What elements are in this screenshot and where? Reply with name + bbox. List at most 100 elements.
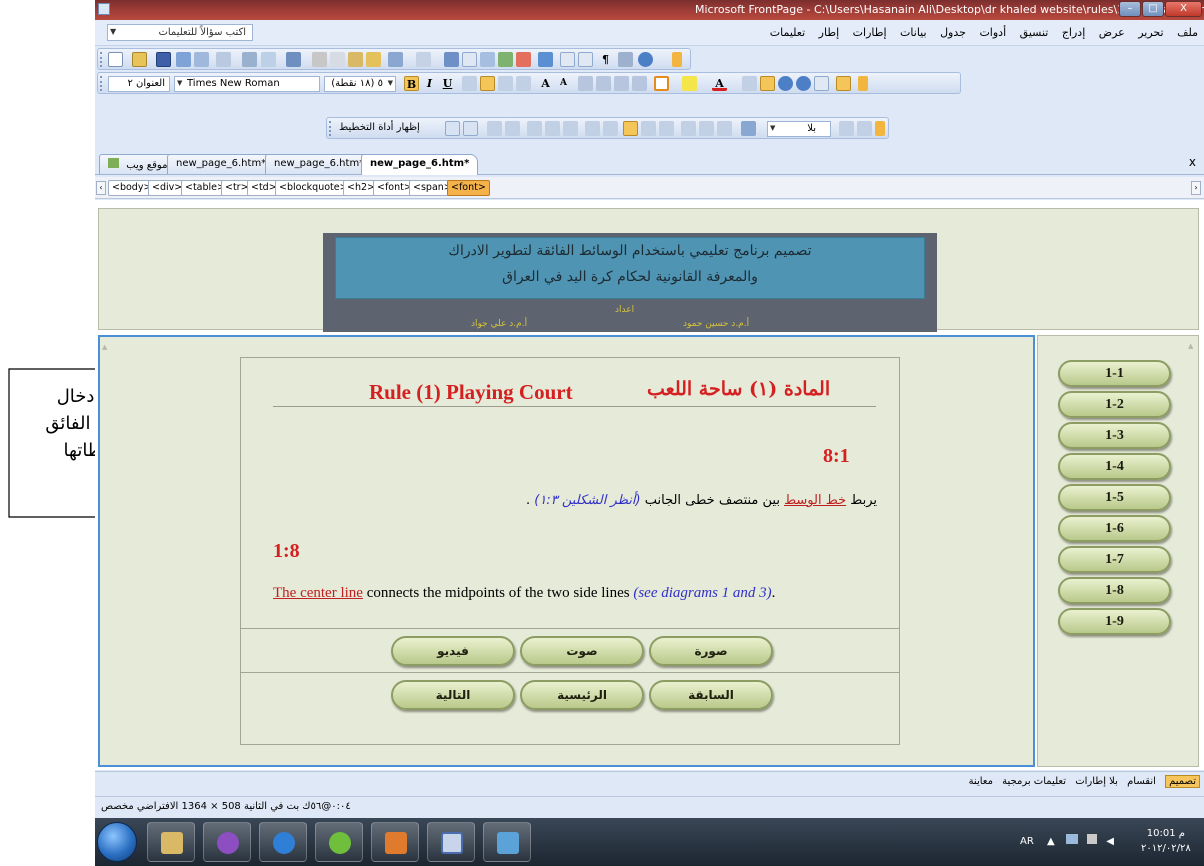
align-right-icon[interactable] xyxy=(462,76,477,91)
device-icon[interactable] xyxy=(1087,834,1098,844)
center-line-link-english[interactable]: The center line xyxy=(273,585,363,601)
paste-icon[interactable] xyxy=(348,52,363,67)
italic-icon[interactable]: I xyxy=(422,76,437,91)
cut-icon[interactable] xyxy=(312,52,327,67)
highlight-icon[interactable] xyxy=(682,76,697,91)
side-nav-item[interactable]: 1-8 xyxy=(1058,577,1171,604)
table-autoformat-icon[interactable] xyxy=(839,121,854,136)
chevron-down-icon[interactable]: ▼ xyxy=(177,79,182,87)
minimize-button[interactable]: – xyxy=(1119,1,1141,17)
tag-font-selected[interactable]: <font> xyxy=(447,180,490,196)
view-preview[interactable]: معاينة xyxy=(969,776,993,787)
scroll-up-icon[interactable]: ▲ xyxy=(1188,342,1193,350)
side-nav-item[interactable]: 1-1 xyxy=(1058,360,1171,387)
show-hidden-icons-icon[interactable]: ▲ xyxy=(1047,836,1055,847)
scroll-up-icon[interactable]: ▲ xyxy=(102,343,107,351)
toolbar-grip[interactable] xyxy=(100,52,103,67)
taskbar-frontpage[interactable] xyxy=(427,822,475,862)
menu-help[interactable]: تعليمات xyxy=(770,26,805,39)
toolbar-options-icon[interactable] xyxy=(875,121,885,136)
new-page-icon[interactable] xyxy=(108,52,123,67)
tab-page-2[interactable]: new_page_6.htm* xyxy=(265,154,374,174)
bold-icon[interactable]: B xyxy=(404,76,419,91)
menu-format[interactable]: تنسيق xyxy=(1020,26,1049,39)
open-folder-icon[interactable] xyxy=(132,52,147,67)
insert-table-icon[interactable] xyxy=(462,52,477,67)
show-formatting-icon[interactable]: ¶ xyxy=(598,52,613,67)
find-icon[interactable] xyxy=(176,52,191,67)
redo-icon[interactable] xyxy=(416,52,431,67)
center-line-link-arabic[interactable]: خط الوسط xyxy=(784,493,846,508)
chevron-down-icon[interactable]: ▼ xyxy=(110,27,116,36)
numbering-icon[interactable] xyxy=(578,76,593,91)
layer-icon[interactable] xyxy=(814,76,829,91)
ask-question-input[interactable]: ▼ اكتب سؤالاً للتعليمات xyxy=(107,24,253,41)
merge-cells-icon[interactable] xyxy=(585,121,600,136)
side-nav-item[interactable]: 1-7 xyxy=(1058,546,1171,573)
draw-table-icon[interactable] xyxy=(487,121,502,136)
font-size-select[interactable]: ▼ ٥ (١٨ نقطة) xyxy=(324,76,396,92)
video-button[interactable]: فيديو xyxy=(391,636,515,666)
top-frame[interactable]: تصميم برنامج تعليمي باستخدام الوسائط الف… xyxy=(98,208,1199,332)
show-layout-tool-button[interactable]: إظهار أداة التخطيط xyxy=(339,122,420,133)
insert-layer-icon[interactable] xyxy=(480,52,495,67)
refresh-icon[interactable] xyxy=(560,52,575,67)
view-code[interactable]: تعليمات برمجية xyxy=(1002,776,1066,787)
image-button[interactable]: صورة xyxy=(649,636,773,666)
view-design[interactable]: تصميم xyxy=(1165,775,1200,788)
stop-icon[interactable] xyxy=(578,52,593,67)
menu-table[interactable]: جدول xyxy=(940,26,966,39)
toolbar-grip[interactable] xyxy=(329,121,332,136)
taskbar-internet-explorer[interactable] xyxy=(259,822,307,862)
distribute-columns-icon[interactable] xyxy=(699,121,714,136)
toggle-pane-icon[interactable] xyxy=(216,52,231,67)
font-select[interactable]: ▼ Times New Roman xyxy=(174,76,320,92)
side-nav-frame[interactable]: ▲ 1-1 1-2 1-3 1-4 1-5 1-6 1-7 1-8 1-9 xyxy=(1037,335,1199,767)
justify-icon[interactable] xyxy=(516,76,531,91)
layout-cell-icon[interactable] xyxy=(463,121,478,136)
next-button[interactable]: التالية xyxy=(391,680,515,710)
side-nav-item[interactable]: 1-4 xyxy=(1058,453,1171,480)
tab-page-1[interactable]: new_page_6.htm* xyxy=(167,154,276,174)
menu-view[interactable]: عرض xyxy=(1099,26,1125,39)
decrease-font-icon[interactable]: A xyxy=(556,76,571,91)
fill-select[interactable]: بلا ▼ xyxy=(767,121,831,137)
close-button[interactable]: X xyxy=(1165,1,1202,17)
view-split[interactable]: انقسام xyxy=(1127,776,1156,787)
close-tab-icon[interactable]: x xyxy=(1189,155,1196,169)
audio-button[interactable]: صوت xyxy=(520,636,644,666)
copy-icon[interactable] xyxy=(330,52,345,67)
menu-frame[interactable]: إطار xyxy=(819,26,839,39)
increase-indent-icon[interactable] xyxy=(632,76,647,91)
print-icon[interactable] xyxy=(242,52,257,67)
insert-picture-icon[interactable] xyxy=(498,52,513,67)
tag-scroll-left-icon[interactable]: ‹ xyxy=(96,181,106,195)
bookmark-icon[interactable] xyxy=(618,52,633,67)
table-properties-icon[interactable] xyxy=(857,121,872,136)
chevron-down-icon[interactable]: ▼ xyxy=(388,79,393,87)
hyperlink-icon[interactable] xyxy=(538,52,553,67)
layout-table-icon[interactable] xyxy=(445,121,460,136)
side-nav-item[interactable]: 1-2 xyxy=(1058,391,1171,418)
font-color-icon[interactable]: A xyxy=(712,76,727,91)
align-bottom-icon[interactable] xyxy=(659,121,674,136)
home-button[interactable]: الرئيسية xyxy=(520,680,644,710)
insert-rows-icon[interactable] xyxy=(527,121,542,136)
side-nav-item[interactable]: 1-9 xyxy=(1058,608,1171,635)
tag-blockquote[interactable]: <blockquote> xyxy=(275,180,352,196)
toolbar-grip[interactable] xyxy=(100,76,103,91)
taskbar-picture-viewer[interactable] xyxy=(483,822,531,862)
menu-insert[interactable]: إدراج xyxy=(1062,26,1085,39)
previous-button[interactable]: السابقة xyxy=(649,680,773,710)
taskbar-messenger[interactable] xyxy=(203,822,251,862)
side-nav-item[interactable]: 1-3 xyxy=(1058,422,1171,449)
positioning-icon[interactable] xyxy=(836,76,851,91)
toolbar-options-icon[interactable] xyxy=(672,52,682,67)
format-painter-icon[interactable] xyxy=(366,52,381,67)
view-no-frames[interactable]: بلا إطارات xyxy=(1075,776,1118,787)
menu-tools[interactable]: أدوات xyxy=(979,26,1006,39)
bullets-icon[interactable] xyxy=(596,76,611,91)
increase-font-icon[interactable]: A xyxy=(538,76,553,91)
input-language[interactable]: AR xyxy=(1020,836,1034,847)
insert-columns-icon[interactable] xyxy=(545,121,560,136)
